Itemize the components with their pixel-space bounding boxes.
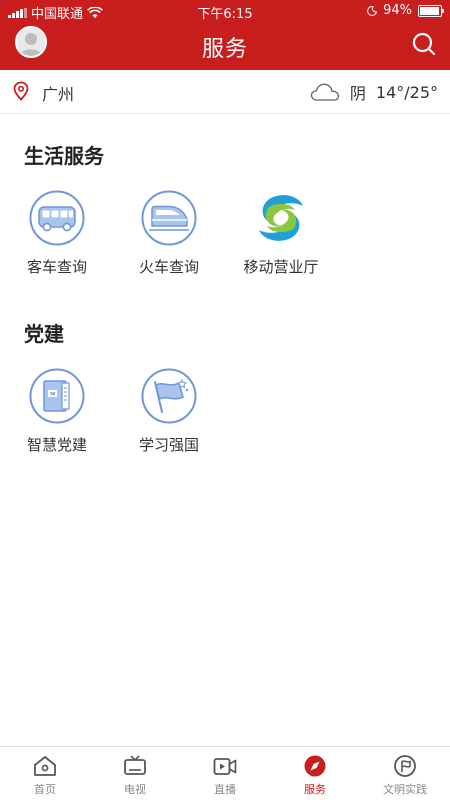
tab-civilization-practice[interactable]: 文明实践 (360, 747, 450, 800)
train-query-label: 火车查询 (138, 258, 199, 276)
xuexi-qiangguo-label: 学习强国 (138, 436, 199, 454)
tab-home-label: 首页 (34, 783, 56, 796)
bottom-tab-bar: 首页 电视 直播 服务 文明实践 (0, 746, 450, 800)
tab-services[interactable]: 服务 (270, 747, 360, 800)
train-query-service[interactable]: 火车查询 (119, 190, 219, 277)
tab-live[interactable]: 直播 (180, 747, 270, 800)
compass-icon (304, 755, 326, 777)
weather-widget: 阴 14°/25° (310, 80, 438, 104)
tab-civilization-practice-label: 文明实践 (383, 783, 427, 796)
china-mobile-label: 移动营业厅 (243, 258, 319, 276)
location-pin-icon (13, 81, 29, 101)
weather-condition: 阴 (349, 84, 366, 103)
temperature-range: 14°/25° (375, 82, 438, 102)
smart-party-label: 智慧党建 (26, 436, 87, 454)
status-bar: 中国联通 下午6:15 94% (0, 0, 450, 22)
section-title-party-building: 党建 (24, 322, 64, 346)
smart-party-service[interactable]: 智慧党建 (7, 368, 107, 455)
bus-icon (29, 190, 85, 246)
bus-query-service[interactable]: 客车查询 (7, 190, 107, 277)
party-book-icon (29, 368, 85, 424)
home-icon (34, 756, 56, 776)
search-icon[interactable] (410, 30, 438, 58)
bus-query-label: 客车查询 (26, 258, 87, 276)
china-mobile-logo (259, 195, 303, 241)
battery-icon (418, 4, 444, 17)
tab-home[interactable]: 首页 (0, 747, 90, 800)
tab-services-label: 服务 (304, 783, 326, 796)
location-bar: 广州 阴 14°/25° (0, 70, 450, 114)
china-mobile-service[interactable]: 移动营业厅 (231, 190, 331, 277)
xuexi-qiangguo-service[interactable]: 学习强国 (119, 368, 219, 455)
battery-percent: 94% (383, 3, 412, 18)
tab-live-label: 直播 (214, 783, 236, 796)
tab-tv[interactable]: 电视 (90, 747, 180, 800)
live-video-icon (213, 758, 237, 775)
tv-icon (124, 755, 146, 775)
page-title: 服务 (201, 37, 248, 62)
section-title-life-services: 生活服务 (24, 144, 104, 168)
moon-icon (367, 5, 378, 16)
cloud-icon (310, 83, 340, 101)
flag-icon (141, 368, 197, 424)
train-icon (141, 190, 197, 246)
flag-circle-icon (394, 755, 416, 777)
tab-tv-label: 电视 (124, 783, 146, 796)
city-name[interactable]: 广州 (42, 81, 74, 105)
app-header: 服务 (0, 22, 450, 70)
